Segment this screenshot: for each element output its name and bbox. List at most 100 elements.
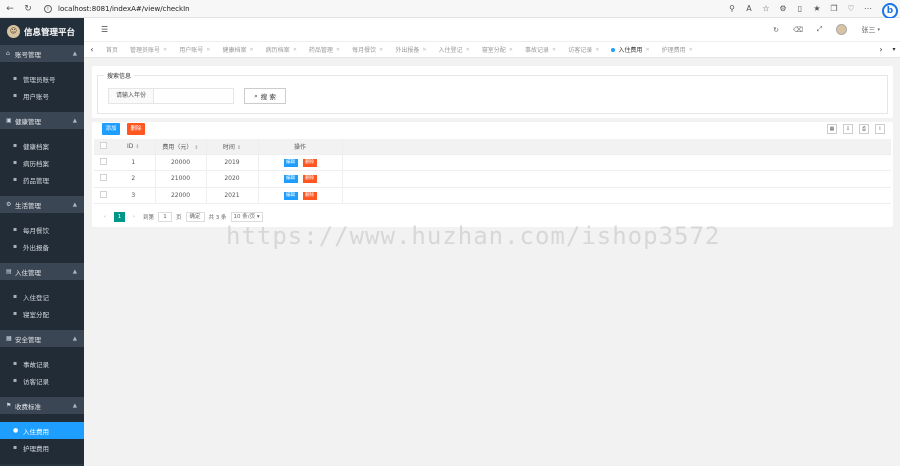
favorites-icon[interactable]: ★ [812,4,822,13]
sidebar-group[interactable]: ⌂ 账号管理 ▲ [0,45,84,62]
search-button[interactable]: ⌕ 搜 索 [244,88,286,104]
tab[interactable]: 事故记录 ✕ [519,42,562,58]
close-icon[interactable]: ✕ [379,47,383,53]
columns-icon[interactable]: ▦ [827,124,837,134]
page-size-select[interactable]: 10 条/页 ▾ [230,212,263,222]
tabs-right-icon[interactable]: › [874,45,888,54]
close-icon[interactable]: ✕ [163,47,167,53]
tab[interactable]: 病历档案 ✕ [260,42,303,58]
sidebar-item-label: 外出报备 [23,243,49,252]
row-delete-button[interactable]: 删除 [302,158,317,167]
sidebar-item[interactable]: ▪ 药品管理 [0,171,84,188]
close-icon[interactable]: ✕ [595,47,599,53]
tabs-menu-icon[interactable]: ▾ [888,46,900,53]
edit-button[interactable]: 编辑 [283,191,298,200]
prev-page-icon[interactable]: ‹ [100,214,110,220]
address-bar[interactable]: i localhost:8081/indexA#/view/checkIn [44,3,721,15]
tabs-left-icon[interactable]: ‹ [84,45,100,54]
close-icon[interactable]: ✕ [293,47,297,53]
clear-cache-icon[interactable]: ⌫ [793,26,803,34]
zoom-icon[interactable]: ⚲ [727,4,737,13]
batch-delete-button[interactable]: 删除 [127,123,145,135]
fullscreen-icon[interactable]: ⤢ [817,25,823,34]
cell-time: 2019 [206,154,259,171]
next-page-icon[interactable]: › [129,214,139,220]
col-id[interactable]: ID ⇕ [112,139,156,155]
sidebar-item[interactable]: ▪ 访客记录 [0,372,84,389]
sidebar-item[interactable]: ▪ 病历档案 [0,154,84,171]
tab[interactable]: 寝室分配 ✕ [476,42,519,58]
close-icon[interactable]: ✕ [509,47,513,53]
collections-icon[interactable]: ❐ [829,4,839,13]
close-icon[interactable]: ✕ [336,47,340,53]
sidebar-item[interactable]: ▪ 管理员账号 [0,70,84,87]
sidebar-group[interactable]: ⚙ 生活管理 ▲ [0,196,84,213]
close-icon[interactable]: ✕ [552,47,556,53]
sidebar-item[interactable]: ▪ 用户账号 [0,87,84,104]
tab[interactable]: 首页 [100,42,124,58]
add-button[interactable]: 添加 [102,123,120,135]
info-icon[interactable]: i [875,124,885,134]
close-icon[interactable]: ✕ [422,47,426,53]
sidebar-item[interactable]: ▪ 护理费用 [0,439,84,456]
tab[interactable]: 入住登记 ✕ [433,42,476,58]
sidebar-item[interactable]: ▪ 每月餐饮 [0,221,84,238]
edit-button[interactable]: 编辑 [283,158,298,167]
favorite-star-icon[interactable]: ☆ [761,4,771,13]
sidebar-group[interactable]: ▦ 安全管理 ▲ [0,330,84,347]
tab[interactable]: 访客记录 ✕ [562,42,605,58]
menu-toggle-icon[interactable]: ☰ [101,25,108,34]
tab[interactable]: 用户账号 ✕ [173,42,216,58]
row-delete-button[interactable]: 删除 [302,191,317,200]
item-icon: ▪ [13,75,18,82]
year-input[interactable] [154,88,234,104]
tab[interactable]: 外出报备 ✕ [389,42,432,58]
sidebar-item[interactable]: ▪ 健康档案 [0,137,84,154]
row-checkbox[interactable] [94,154,112,171]
sidebar-group[interactable]: ▤ 入住管理 ▲ [0,263,84,280]
sidebar-item[interactable]: ▪ 事故记录 [0,355,84,372]
back-icon[interactable]: ← [4,4,16,14]
user-dropdown-icon[interactable]: ▾ [877,27,880,33]
current-page[interactable]: 1 [114,212,125,222]
user-name[interactable]: 张三 [861,25,875,35]
more-icon[interactable]: ⋯ [863,4,873,13]
close-icon[interactable]: ✕ [249,47,253,53]
tab[interactable]: 药品管理 ✕ [303,42,346,58]
export-icon[interactable]: ⇩ [843,124,853,134]
goto-page-input[interactable]: 1 [158,212,173,222]
read-aloud-icon[interactable]: A [744,4,754,13]
tab[interactable]: 管理员账号 ✕ [124,42,173,58]
sidebar-group[interactable]: ⚑ 收费标准 ▲ [0,397,84,414]
edit-button[interactable]: 编辑 [283,175,298,184]
sidebar-item[interactable]: ● 入住费用 [0,422,84,439]
close-icon[interactable]: ✕ [206,47,210,53]
tab[interactable]: 每月餐饮 ✕ [346,42,389,58]
row-checkbox[interactable] [94,170,112,188]
col-time[interactable]: 时间 ⇕ [206,139,259,155]
extensions-icon[interactable]: ⚙ [778,4,788,13]
split-screen-icon[interactable]: ▯ [795,4,805,13]
sidebar-item[interactable]: ▪ 外出报备 [0,238,84,255]
select-all-checkbox[interactable] [94,139,112,155]
row-delete-button[interactable]: 删除 [302,175,317,184]
site-info-icon[interactable]: i [44,4,52,13]
bing-icon[interactable]: b [882,3,898,19]
close-icon[interactable]: ✕ [466,47,470,53]
tab[interactable]: 入住费用 ✕ [605,42,655,58]
heart-icon[interactable]: ♡ [846,4,856,13]
goto-ok-button[interactable]: 确定 [185,212,205,222]
sidebar-group[interactable]: ▣ 健康管理 ▲ [0,112,84,129]
print-icon[interactable]: ⎙ [859,124,869,134]
tab[interactable]: 健康档案 ✕ [216,42,259,58]
refresh-page-icon[interactable]: ↻ [773,26,779,34]
tab[interactable]: 护理费用 ✕ [656,42,699,58]
close-icon[interactable]: ✕ [645,47,649,53]
sidebar-item[interactable]: ▪ 寝室分配 [0,305,84,322]
sidebar-item[interactable]: ▪ 入住登记 [0,288,84,305]
close-icon[interactable]: ✕ [689,47,693,53]
col-fee[interactable]: 费用（元） ⇕ [155,139,207,155]
avatar[interactable] [836,24,848,35]
refresh-icon[interactable]: ↻ [22,4,34,14]
row-checkbox[interactable] [94,187,112,204]
